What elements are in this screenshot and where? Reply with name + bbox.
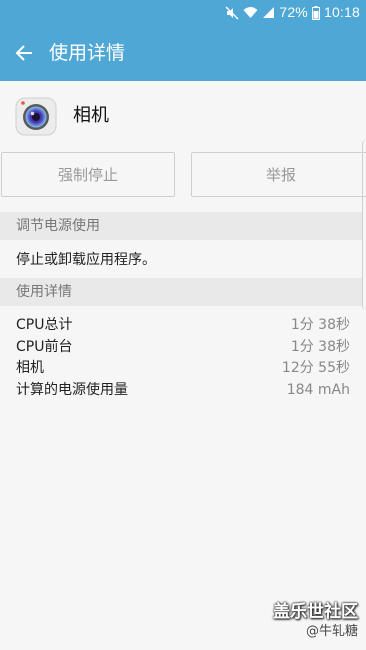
watermark: 盖乐世社区 @牛轧糖: [273, 601, 358, 640]
usage-label: CPU前台: [16, 338, 73, 355]
usage-list: CPU总计 1分 38秒 CPU前台 1分 38秒 相机 12分 55秒 计算的…: [0, 315, 366, 401]
watermark-site: 盖乐世社区: [273, 602, 358, 622]
clock: 10:18: [323, 4, 360, 20]
watermark-user: @牛轧糖: [305, 624, 358, 639]
edge-panel-handle[interactable]: [362, 140, 366, 310]
usage-label: 计算的电源使用量: [16, 381, 128, 398]
status-icons: 72% 10:18: [225, 4, 360, 21]
usage-label: CPU总计: [16, 317, 73, 333]
app-header: 相机: [0, 81, 366, 151]
camera-icon: [15, 95, 57, 137]
report-button[interactable]: 举报: [191, 152, 366, 197]
force-stop-button[interactable]: 强制停止: [1, 152, 175, 197]
usage-section-header: 使用详情: [0, 278, 362, 306]
mute-icon: [225, 5, 239, 20]
wifi-icon: [243, 6, 258, 19]
battery-icon: [311, 5, 320, 20]
usage-value: 1分 38秒: [290, 317, 350, 333]
power-description[interactable]: 停止或卸载应用程序。: [16, 250, 156, 270]
page-title: 使用详情: [49, 42, 126, 64]
status-bar: 72% 10:18: [0, 0, 366, 25]
usage-row-cpu-total: CPU总计 1分 38秒: [0, 315, 366, 337]
battery-percent: 72%: [279, 4, 308, 20]
usage-value: 12分 55秒: [281, 360, 350, 376]
app-bar: 使用详情: [0, 25, 366, 81]
signal-icon: [262, 6, 275, 19]
usage-label: 相机: [16, 360, 44, 376]
usage-row-cpu-foreground: CPU前台 1分 38秒: [0, 337, 366, 359]
usage-row-power: 计算的电源使用量 184 mAh: [0, 380, 366, 402]
app-info-screen: 72% 10:18 使用详情 相机 强制停止 举报 调节电源使用 停止或卸载应用…: [0, 0, 366, 650]
arrow-left-icon: [15, 45, 32, 61]
usage-value: 184 mAh: [286, 381, 350, 398]
back-button[interactable]: [6, 35, 42, 71]
app-name: 相机: [73, 105, 109, 126]
usage-value: 1分 38秒: [290, 338, 350, 355]
usage-row-camera: 相机 12分 55秒: [0, 358, 366, 380]
power-section-header: 调节电源使用: [0, 212, 362, 240]
